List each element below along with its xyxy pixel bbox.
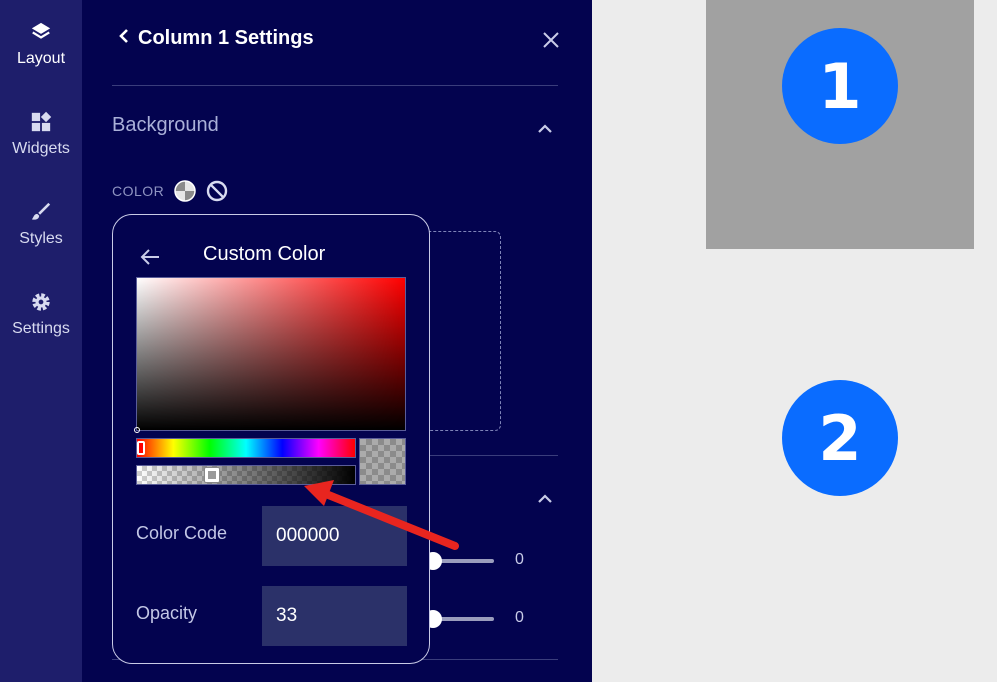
rail-item-label: Layout: [16, 50, 66, 67]
sv-cursor[interactable]: [134, 427, 140, 433]
close-icon[interactable]: [541, 30, 561, 50]
alpha-thumb[interactable]: [204, 467, 220, 483]
rail-item-label: Styles: [19, 230, 63, 247]
panel-title[interactable]: Column 1 Settings: [118, 27, 314, 50]
section-title-background[interactable]: Background: [112, 114, 219, 137]
chevron-up-icon[interactable]: [537, 121, 553, 133]
color-label: COLOR: [112, 183, 165, 199]
gear-icon: [30, 288, 52, 316]
color-swatch-icon[interactable]: [174, 180, 196, 202]
arrow-left-icon[interactable]: [139, 247, 161, 267]
annotation-arrow: [304, 480, 459, 550]
saturation-value-picker[interactable]: [134, 277, 406, 433]
step-badge-2: 2: [782, 380, 898, 496]
hue-thumb[interactable]: [137, 441, 145, 455]
back-chevron-icon: [118, 27, 130, 50]
opacity-input[interactable]: [262, 586, 407, 646]
layers-icon: [30, 18, 52, 46]
rail-item-styles[interactable]: Styles: [0, 198, 82, 268]
hue-slider[interactable]: [136, 438, 356, 458]
no-color-icon[interactable]: [206, 180, 228, 202]
rail-item-widgets[interactable]: Widgets: [0, 108, 82, 178]
custom-color-popup: Custom Color Color Code Opacity: [112, 214, 430, 664]
widgets-icon: [30, 108, 52, 136]
slider-value: 0: [515, 609, 524, 626]
popup-title: Custom Color: [203, 243, 326, 265]
divider: [112, 85, 558, 86]
panel-title-text: Column 1 Settings: [138, 27, 314, 49]
rail-item-layout[interactable]: Layout: [0, 18, 82, 88]
rail-item-label: Settings: [12, 320, 70, 337]
rail-item-label: Widgets: [12, 140, 70, 157]
left-rail: Layout Widgets Styles Settings: [0, 0, 82, 682]
brush-icon: [30, 198, 52, 226]
rail-item-settings[interactable]: Settings: [0, 288, 82, 358]
chevron-up-icon[interactable]: [537, 491, 553, 503]
opacity-label: Opacity: [136, 603, 198, 623]
step-badge-1: 1: [782, 28, 898, 144]
color-code-label: Color Code: [136, 523, 228, 543]
slider-value: 0: [515, 551, 524, 568]
